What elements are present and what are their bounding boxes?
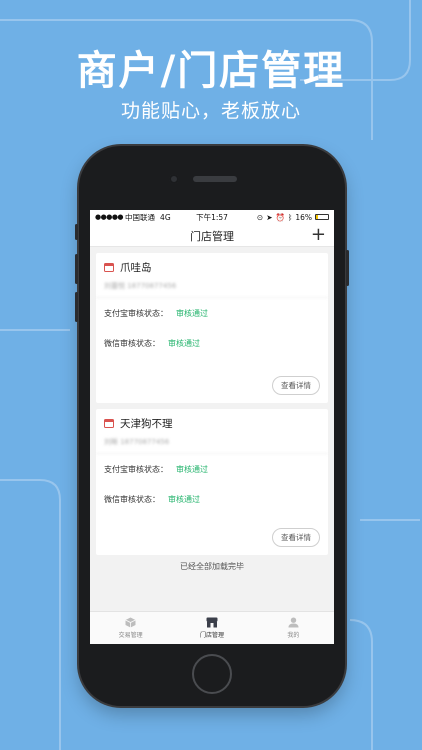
store-card: 爪哇岛 刘蕾悦 18770877456 支付宝审核状态： 审核通过 微信审核状态… <box>96 253 328 403</box>
home-button[interactable] <box>192 654 232 694</box>
alipay-status-row: 支付宝审核状态： 审核通过 <box>96 454 328 484</box>
bluetooth-icon: ᛒ <box>287 212 293 222</box>
location-icon: ➤ <box>266 212 273 222</box>
tab-label: 门店管理 <box>199 632 224 639</box>
mute-switch <box>75 224 78 240</box>
promo-headline: 商户/门店管理 <box>76 48 346 94</box>
promo-subline: 功能贴心，老板放心 <box>120 100 301 122</box>
store-contact: 刘晰 18770877456 <box>96 435 328 454</box>
alipay-status-label: 支付宝审核状态： <box>104 464 168 474</box>
store-name: 天津狗不理 <box>120 418 173 430</box>
store-icon <box>206 617 218 628</box>
view-details-button[interactable]: 查看详情 <box>272 376 320 395</box>
wechat-status-value: 审核通过 <box>168 338 200 348</box>
app-screen: ●●●●● 中国联通 4G 下午1:57 ⊙ ➤ ⏰ ᛒ 16% 门店管理 + <box>90 210 334 644</box>
phone-frame: ●●●●● 中国联通 4G 下午1:57 ⊙ ➤ ⏰ ᛒ 16% 门店管理 + <box>75 146 349 706</box>
tab-label: 交易管理 <box>118 632 143 639</box>
wechat-status-row: 微信审核状态： 审核通过 <box>96 484 328 514</box>
store-contact: 刘蕾悦 18770877456 <box>96 279 328 298</box>
nav-bar: 门店管理 + <box>90 224 334 247</box>
view-details-button[interactable]: 查看详情 <box>272 528 320 547</box>
shop-icon <box>104 419 114 428</box>
earpiece-speaker <box>193 176 237 182</box>
wechat-status-label: 微信审核状态： <box>104 338 160 348</box>
add-store-button[interactable]: + <box>311 224 326 246</box>
wechat-status-row: 微信审核状态： 审核通过 <box>96 328 328 358</box>
power-button <box>346 250 349 286</box>
volume-up-button <box>75 254 78 284</box>
shop-icon <box>104 263 114 272</box>
battery-icon <box>315 214 329 220</box>
tab-label: 我的 <box>287 632 300 639</box>
alipay-status-label: 支付宝审核状态： <box>104 308 168 318</box>
end-of-list-message: 已经全部加载完毕 <box>180 562 244 571</box>
alipay-status-value: 审核通过 <box>176 308 208 318</box>
tab-profile[interactable]: 我的 <box>253 612 334 644</box>
alipay-status-value: 审核通过 <box>176 464 208 474</box>
alarm-icon: ⏰ <box>275 212 285 222</box>
battery-fill <box>316 215 318 219</box>
store-list: 爪哇岛 刘蕾悦 18770877456 支付宝审核状态： 审核通过 微信审核状态… <box>90 247 334 572</box>
page-title: 门店管理 <box>190 230 234 243</box>
user-icon <box>288 617 299 628</box>
tab-transactions[interactable]: 交易管理 <box>90 612 171 644</box>
wechat-status-label: 微信审核状态： <box>104 494 160 504</box>
wechat-status-value: 审核通过 <box>168 494 200 504</box>
store-name: 爪哇岛 <box>120 262 152 274</box>
store-card: 天津狗不理 刘晰 18770877456 支付宝审核状态： 审核通过 微信审核状… <box>96 409 328 555</box>
status-bar: ●●●●● 中国联通 4G 下午1:57 ⊙ ➤ ⏰ ᛒ 16% <box>90 210 334 224</box>
cube-icon <box>125 617 136 628</box>
tab-stores[interactable]: 门店管理 <box>171 612 252 644</box>
lock-rotation-icon: ⊙ <box>256 212 264 222</box>
front-camera <box>169 174 179 184</box>
alipay-status-row: 支付宝审核状态： 审核通过 <box>96 298 328 328</box>
volume-down-button <box>75 292 78 322</box>
battery-percent: 16% <box>295 212 312 222</box>
tab-bar: 交易管理 门店管理 我的 <box>90 611 334 644</box>
